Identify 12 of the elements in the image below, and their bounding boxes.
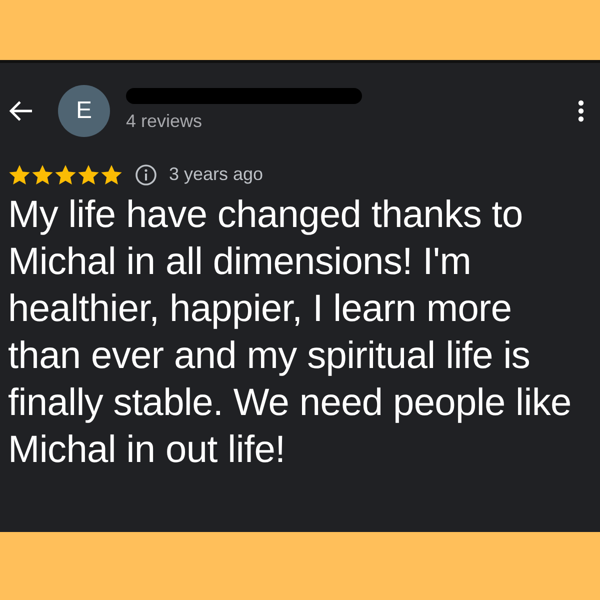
star-icon	[100, 164, 123, 186]
star-icon	[54, 164, 77, 186]
review-date: 3 years ago	[169, 163, 264, 186]
star-icon	[77, 164, 100, 186]
avatar: E	[58, 85, 110, 137]
info-icon[interactable]	[135, 164, 157, 186]
back-icon[interactable]	[8, 100, 34, 122]
review-count: 4 reviews	[126, 110, 204, 132]
star-icon	[8, 164, 31, 186]
more-options-icon[interactable]	[578, 100, 584, 122]
review-text: My life have changed thanks to Michal in all dimensions! I'm healthier, happier, I learn more than ever and my spiritual life is finally stable. We need people like Michal in out life!	[8, 193, 572, 473]
star-icon	[31, 164, 54, 186]
